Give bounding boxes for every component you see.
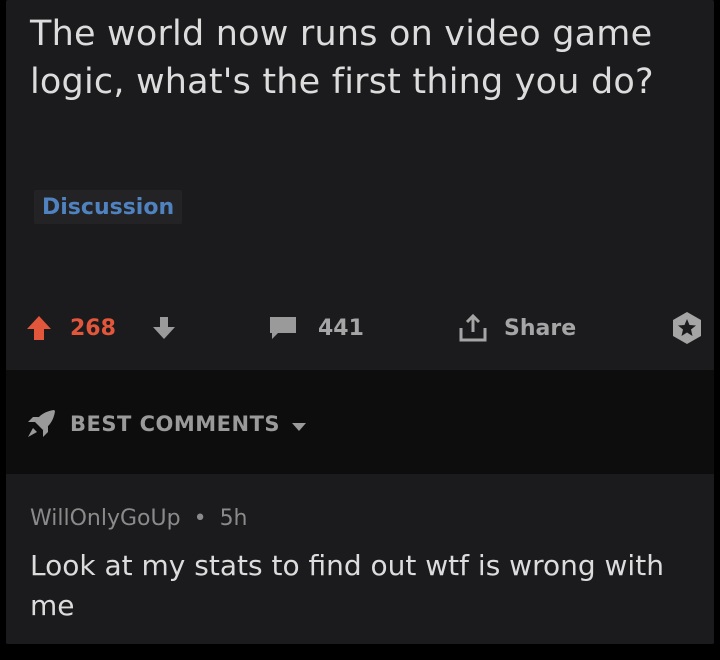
share-label: Share [504, 315, 577, 341]
comment-author[interactable]: WillOnlyGoUp [30, 506, 181, 531]
share-button[interactable]: Share [458, 300, 576, 356]
post-flair[interactable]: Discussion [34, 190, 183, 224]
vote-score-label: 268 [70, 315, 116, 341]
comment-age: 5h [219, 506, 248, 531]
post-screenshot: The world now runs on video game logic, … [6, 0, 714, 644]
upvote-button[interactable] [26, 300, 52, 356]
downvote-button[interactable] [152, 300, 176, 356]
sort-label: BEST COMMENTS [70, 412, 281, 436]
upvote-arrow-icon [26, 314, 52, 342]
comment-meta: WillOnlyGoUp • 5h [30, 506, 248, 531]
share-icon [458, 313, 488, 343]
chevron-down-icon [290, 418, 308, 431]
comment-bubble-icon [268, 315, 298, 341]
rocket-icon [24, 407, 58, 441]
post-title[interactable]: The world now runs on video game logic, … [30, 10, 670, 106]
award-icon [670, 311, 704, 345]
post-action-bar: 268 441 Share [6, 300, 714, 356]
award-button[interactable] [670, 300, 704, 356]
comment-body: Look at my stats to find out wtf is wron… [30, 549, 664, 622]
comment-item: WillOnlyGoUp • 5h Look at my stats to fi… [6, 480, 714, 644]
meta-separator: • [193, 506, 207, 531]
comments-button[interactable]: 441 [268, 300, 364, 356]
downvote-arrow-icon [152, 315, 176, 341]
flair-label: Discussion [42, 194, 175, 220]
vote-score: 268 [70, 300, 116, 356]
comment-count: 441 [318, 315, 364, 341]
comment-sort-dropdown[interactable]: BEST COMMENTS [24, 404, 308, 444]
